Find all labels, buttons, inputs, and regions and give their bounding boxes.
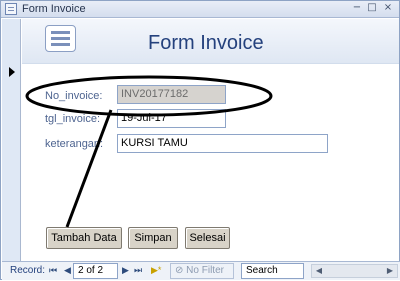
finish-button[interactable]: Selesai bbox=[185, 227, 230, 249]
form-window: Form Invoice − □ × Form Invoice No_invoi… bbox=[0, 0, 400, 280]
previous-record-icon[interactable]: ◀ bbox=[64, 265, 71, 275]
annotation-line bbox=[65, 109, 113, 228]
last-record-icon[interactable]: ⏭ bbox=[134, 265, 142, 275]
record-selector[interactable] bbox=[2, 19, 21, 261]
invoice-date-field[interactable]: 19-Jul-17 bbox=[117, 109, 226, 128]
new-record-icon[interactable]: ▶* bbox=[151, 265, 161, 275]
form-header: Form Invoice bbox=[22, 19, 399, 64]
filter-label: No Filter bbox=[186, 265, 224, 276]
record-pointer-icon bbox=[9, 67, 15, 77]
note-label: keterangan: bbox=[45, 138, 104, 150]
note-field[interactable]: KURSI TAMU bbox=[117, 134, 328, 153]
add-data-button[interactable]: Tambah Data bbox=[46, 227, 122, 249]
filter-toggle[interactable]: ⊘ No Filter bbox=[170, 263, 234, 279]
invoice-number-label: No_invoice: bbox=[45, 90, 103, 102]
next-record-icon[interactable]: ▶ bbox=[122, 265, 129, 275]
record-navigation-bar: Record: ⏮ ◀ 2 of 2 ▶ ⏭ ▶* ⊘ No Filter Se… bbox=[2, 261, 400, 280]
window-title: Form Invoice bbox=[22, 3, 86, 15]
invoice-number-field[interactable]: INV20177182 bbox=[117, 85, 226, 104]
filter-icon: ⊘ bbox=[175, 265, 184, 276]
horizontal-scrollbar[interactable]: ◀ ▶ bbox=[311, 264, 398, 278]
search-input[interactable]: Search bbox=[241, 263, 304, 279]
first-record-icon[interactable]: ⏮ bbox=[49, 265, 57, 275]
scroll-left-icon[interactable]: ◀ bbox=[313, 265, 325, 277]
record-label: Record: bbox=[10, 265, 46, 276]
form-icon bbox=[5, 3, 17, 15]
maximize-icon[interactable]: □ bbox=[366, 2, 378, 14]
minimize-icon[interactable]: − bbox=[351, 2, 363, 14]
save-button[interactable]: Simpan bbox=[128, 227, 178, 249]
record-position-field[interactable]: 2 of 2 bbox=[73, 263, 118, 279]
form-logo-icon bbox=[45, 25, 76, 52]
invoice-date-label: tgl_invoice: bbox=[45, 113, 101, 125]
title-bar: Form Invoice − □ × bbox=[1, 1, 399, 18]
scroll-right-icon[interactable]: ▶ bbox=[384, 265, 396, 277]
page-title: Form Invoice bbox=[148, 32, 264, 54]
close-icon[interactable]: × bbox=[382, 2, 394, 14]
